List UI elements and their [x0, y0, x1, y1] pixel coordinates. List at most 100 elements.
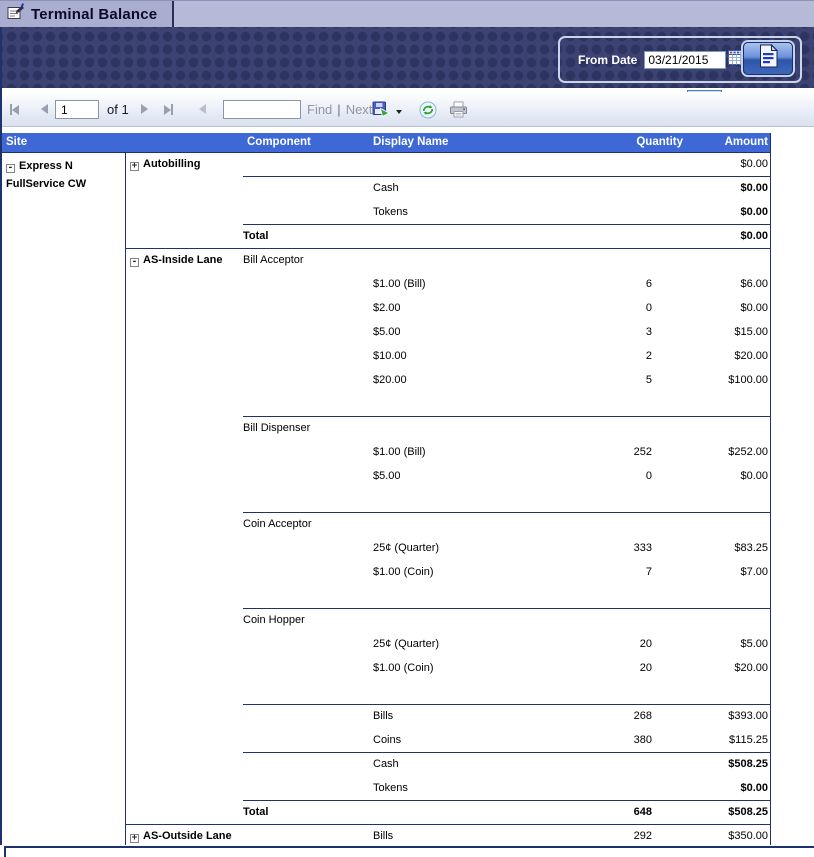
from-date-input[interactable]	[644, 51, 726, 69]
cell-quantity	[560, 153, 660, 176]
report-body: +Autobilling$0.00Cash$0.00Tokens$0.00Tot…	[126, 153, 771, 845]
last-page-button[interactable]	[164, 104, 173, 115]
cell-component	[243, 369, 373, 393]
cell-display: $5.00	[373, 321, 560, 345]
cell-amount: $508.25	[660, 801, 771, 824]
cell-amount	[660, 393, 771, 416]
table-row	[126, 489, 771, 513]
table-row	[126, 585, 771, 609]
table-row: Tokens$0.00	[126, 201, 771, 225]
cell-group	[126, 273, 243, 297]
cell-quantity	[560, 225, 660, 248]
cell-component	[243, 393, 373, 416]
cell-group	[126, 489, 243, 513]
cell-amount: $0.00	[660, 297, 771, 321]
first-page-button[interactable]	[10, 104, 19, 115]
bottom-strip	[0, 845, 814, 857]
cell-quantity: 7	[560, 561, 660, 585]
cell-display: $1.00 (Bill)	[373, 273, 560, 297]
cell-quantity: 252	[560, 441, 660, 465]
cell-amount: $252.00	[660, 441, 771, 465]
export-dropdown-caret-icon	[396, 110, 402, 114]
export-button[interactable]	[372, 101, 402, 123]
cell-display: Bills	[373, 705, 560, 729]
cell-component	[243, 561, 373, 585]
site-collapse-toggle[interactable]: -	[6, 164, 15, 173]
cell-quantity	[560, 417, 660, 441]
cell-group: +Autobilling	[126, 153, 243, 177]
cell-amount: $0.00	[660, 465, 771, 489]
cell-quantity	[560, 177, 660, 201]
find-next-links: Find|Next	[307, 102, 372, 117]
cell-display: $5.00	[373, 465, 560, 489]
cell-amount: $20.00	[660, 345, 771, 369]
cell-display: 25¢ (Quarter)	[373, 537, 560, 561]
back-to-parent-button[interactable]	[199, 104, 206, 114]
cell-amount: $20.00	[660, 657, 771, 681]
previous-page-button[interactable]	[41, 104, 48, 114]
cell-display	[373, 489, 560, 512]
cell-group	[126, 657, 243, 681]
report-form-icon	[7, 3, 25, 26]
group-expand-toggle[interactable]: +	[130, 162, 139, 171]
cell-quantity: 20	[560, 633, 660, 657]
cell-quantity	[560, 393, 660, 416]
column-header-quantity: Quantity	[636, 136, 683, 148]
cell-amount: $83.25	[660, 537, 771, 561]
cell-quantity: 0	[560, 465, 660, 489]
cell-quantity: 5	[560, 369, 660, 393]
report-tab[interactable]: Terminal Balance	[0, 1, 174, 28]
next-page-button[interactable]	[141, 104, 148, 114]
cell-group	[126, 225, 243, 248]
page-title: Terminal Balance	[31, 6, 157, 23]
cell-quantity: 6	[560, 273, 660, 297]
cell-component	[243, 489, 373, 512]
cell-group	[126, 585, 243, 609]
site-name-line1: Express N	[19, 160, 73, 172]
cell-display	[373, 225, 560, 248]
cell-quantity: 333	[560, 537, 660, 561]
table-row: $10.002$20.00	[126, 345, 771, 369]
cell-component	[243, 321, 373, 345]
group-collapse-toggle[interactable]: -	[130, 258, 139, 267]
cell-amount: $5.00	[660, 633, 771, 657]
page-number-input[interactable]	[55, 100, 99, 119]
search-input[interactable]	[223, 100, 301, 119]
page-count-label: of 1	[107, 102, 129, 117]
cell-display: Cash	[373, 753, 560, 777]
cell-group	[126, 705, 243, 729]
cell-amount: $0.00	[660, 153, 771, 176]
table-row: $5.000$0.00	[126, 465, 771, 489]
group-expand-toggle[interactable]: +	[130, 834, 139, 843]
find-link[interactable]: Find	[307, 102, 332, 117]
cell-quantity: 292	[560, 825, 660, 845]
view-report-button[interactable]	[743, 42, 793, 75]
cell-component: Coin Hopper	[243, 609, 373, 633]
cell-display	[373, 681, 560, 704]
refresh-button[interactable]	[419, 101, 437, 124]
cell-display	[373, 153, 560, 176]
cell-group	[126, 465, 243, 489]
cell-quantity: 648	[560, 801, 660, 824]
site-name-line2: FullService CW	[6, 175, 124, 193]
cell-display: 25¢ (Quarter)	[373, 633, 560, 657]
cell-quantity	[560, 609, 660, 633]
cell-display: Bills	[373, 825, 560, 845]
print-button[interactable]	[449, 101, 468, 123]
cell-component: Bill Dispenser	[243, 417, 373, 441]
report-table: Site Component Display Name Quantity Amo…	[0, 133, 771, 845]
cell-group	[126, 609, 243, 633]
cell-display: $20.00	[373, 369, 560, 393]
table-row: $1.00 (Coin)7$7.00	[126, 561, 771, 585]
back-arrow-icon	[199, 104, 206, 114]
cell-display	[373, 513, 560, 537]
cell-component: Coin Acceptor	[243, 513, 373, 537]
report-toolbar: of 1 Find|Next	[0, 92, 814, 127]
cell-amount: $6.00	[660, 273, 771, 297]
cell-display	[373, 249, 560, 273]
cell-group	[126, 561, 243, 585]
next-link[interactable]: Next	[346, 102, 373, 117]
table-row: Tokens$0.00	[126, 777, 771, 801]
cell-display	[373, 585, 560, 608]
refresh-icon	[419, 101, 437, 124]
